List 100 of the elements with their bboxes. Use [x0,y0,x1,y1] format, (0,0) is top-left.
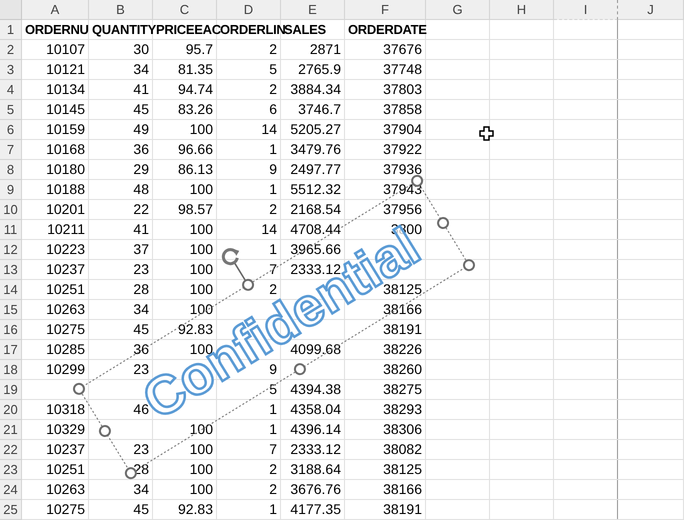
table-cell[interactable]: 100 [190,179,213,200]
table-cell[interactable]: 100 [190,119,213,140]
row-header[interactable]: 6 [0,120,22,140]
table-cell[interactable]: 1 [269,139,277,160]
table-cell[interactable]: 10121 [46,59,85,80]
table-cell[interactable]: 10107 [46,39,85,60]
table-cell[interactable]: ORDERLIN [220,20,286,40]
table-cell[interactable]: 2 [269,479,277,500]
row-header[interactable]: 25 [0,500,22,520]
row-header[interactable]: 10 [0,200,22,220]
table-cell[interactable]: 45 [133,499,149,520]
table-cell[interactable]: 94.74 [178,79,213,100]
table-cell[interactable]: ORDERDATE [348,20,427,40]
table-cell[interactable]: 10168 [46,139,85,160]
column-header[interactable]: E [281,0,345,20]
row-header[interactable]: 14 [0,280,22,300]
select-all-corner[interactable] [0,0,22,20]
row-header[interactable]: 13 [0,260,22,280]
table-cell[interactable]: 2168.54 [290,199,341,220]
table-cell[interactable]: 1 [269,499,277,520]
table-cell[interactable]: 45 [133,99,149,120]
table-cell[interactable]: 7 [269,439,277,460]
column-header[interactable]: H [490,0,554,20]
table-cell[interactable]: 81.35 [178,59,213,80]
table-cell[interactable]: 5 [269,59,277,80]
table-cell[interactable]: 37904 [383,119,422,140]
table-cell[interactable]: 36 [133,139,149,160]
row-header[interactable]: 2 [0,40,22,60]
table-cell[interactable]: 4396.14 [290,419,341,440]
table-cell[interactable]: 1 [269,419,277,440]
table-cell[interactable]: 37956 [383,199,422,220]
row-header[interactable]: 17 [0,340,22,360]
row-header[interactable]: 5 [0,100,22,120]
table-cell[interactable]: 37943 [383,179,422,200]
row-header[interactable]: 16 [0,320,22,340]
table-cell[interactable]: 2765.9 [298,59,341,80]
table-cell[interactable]: 34 [133,479,149,500]
table-cell[interactable]: 2 [269,39,277,60]
row-header[interactable]: 4 [0,80,22,100]
column-header[interactable]: C [153,0,217,20]
row-header[interactable]: 22 [0,440,22,460]
column-header[interactable]: D [217,0,281,20]
table-cell[interactable]: 4177.35 [290,499,341,520]
row-header[interactable]: 18 [0,360,22,380]
table-cell[interactable]: 34 [133,59,149,80]
column-header[interactable]: F [345,0,426,20]
table-cell[interactable]: 49 [133,119,149,140]
row-header[interactable]: 8 [0,160,22,180]
table-cell[interactable]: 100 [190,419,213,440]
table-cell[interactable]: 3188.64 [290,459,341,480]
table-cell[interactable]: 3479.76 [290,139,341,160]
table-cell[interactable]: 10134 [46,79,85,100]
column-header[interactable]: B [89,0,153,20]
row-header[interactable]: 3 [0,60,22,80]
table-cell[interactable]: 2 [269,79,277,100]
table-cell[interactable]: 37803 [383,79,422,100]
table-cell[interactable]: ORDERNU [25,20,89,40]
table-cell[interactable]: 14 [261,119,277,140]
table-cell[interactable]: 3676.76 [290,479,341,500]
row-header[interactable]: 19 [0,380,22,400]
table-cell[interactable]: 3884.34 [290,79,341,100]
table-cell[interactable]: PRICEEAC [156,20,221,40]
table-cell[interactable]: 100 [190,459,213,480]
table-cell[interactable]: 23 [133,439,149,460]
table-cell[interactable]: QUANTITY [92,20,156,40]
table-cell[interactable]: 100 [190,439,213,460]
table-cell[interactable]: 38191 [383,499,422,520]
table-cell[interactable]: 10159 [46,119,85,140]
table-cell[interactable]: 2 [269,199,277,220]
table-cell[interactable]: 2 [269,459,277,480]
row-header[interactable]: 20 [0,400,22,420]
row-header[interactable]: 11 [0,220,22,240]
table-cell[interactable]: 37922 [383,139,422,160]
table-cell[interactable]: 5512.32 [290,179,341,200]
row-header[interactable]: 15 [0,300,22,320]
table-cell[interactable]: 38166 [383,479,422,500]
table-cell[interactable]: 30 [133,39,149,60]
table-cell[interactable]: 5205.27 [290,119,341,140]
table-cell[interactable]: SALES [284,20,326,40]
row-header[interactable]: 21 [0,420,22,440]
row-header[interactable]: 7 [0,140,22,160]
table-cell[interactable]: 37676 [383,39,422,60]
table-cell[interactable]: 100 [190,479,213,500]
table-cell[interactable]: 37858 [383,99,422,120]
table-cell[interactable]: 92.83 [178,499,213,520]
table-cell[interactable]: 1 [269,179,277,200]
table-cell[interactable]: 96.66 [178,139,213,160]
table-cell[interactable]: 6 [269,99,277,120]
row-header[interactable]: 9 [0,180,22,200]
table-cell[interactable]: 38082 [383,439,422,460]
table-cell[interactable]: 10145 [46,99,85,120]
table-cell[interactable]: 2333.12 [290,439,341,460]
column-header[interactable]: J [618,0,684,20]
table-cell[interactable]: 83.26 [178,99,213,120]
table-cell[interactable]: 3746.7 [298,99,341,120]
table-cell[interactable]: 22 [133,199,149,220]
row-header[interactable]: 24 [0,480,22,500]
column-header[interactable]: A [22,0,89,20]
table-cell[interactable]: 95.7 [186,39,213,60]
table-cell[interactable]: 38125 [383,459,422,480]
